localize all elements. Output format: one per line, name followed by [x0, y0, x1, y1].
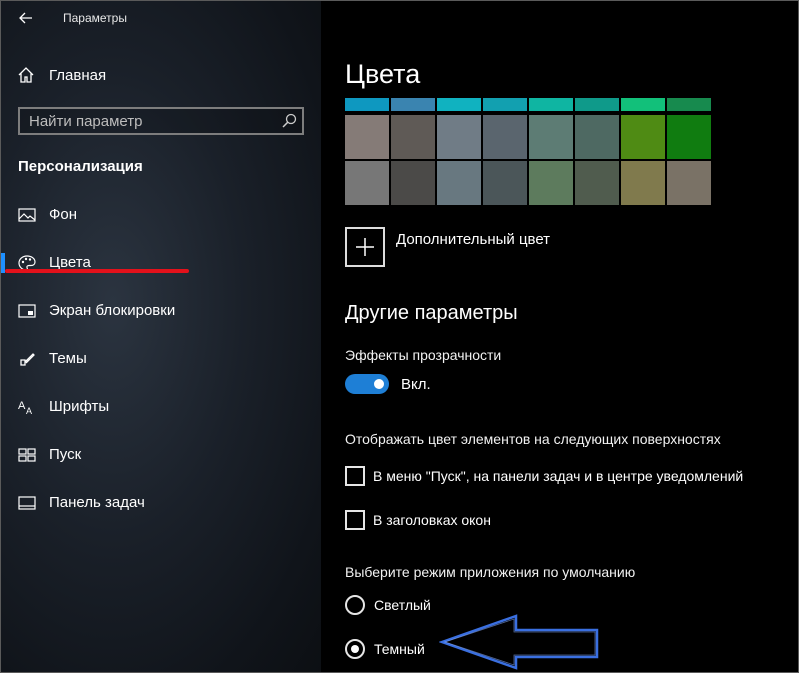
toggle-knob	[374, 379, 384, 389]
plus-icon	[356, 238, 374, 256]
color-swatch[interactable]	[621, 98, 665, 111]
app-title: Параметры	[63, 11, 127, 25]
taskbar-icon	[18, 496, 36, 510]
radio-label[interactable]: Светлый	[374, 597, 431, 613]
color-swatch[interactable]	[529, 98, 573, 111]
color-swatch[interactable]	[621, 161, 665, 205]
sidebar-item-label: Экран блокировки	[49, 302, 176, 319]
color-swatch[interactable]	[667, 161, 711, 205]
color-swatch[interactable]	[483, 115, 527, 159]
back-arrow-icon	[19, 12, 32, 24]
color-swatch[interactable]	[483, 98, 527, 111]
sidebar-item-label: Пуск	[49, 446, 82, 463]
radio-light[interactable]	[345, 595, 365, 615]
color-swatch[interactable]	[391, 161, 435, 205]
color-swatch[interactable]	[529, 115, 573, 159]
color-swatch[interactable]	[345, 115, 389, 159]
main-content: Цвета Дополнительный цвет Другие парамет…	[321, 1, 798, 672]
radio-label[interactable]: Темный	[374, 641, 425, 657]
section-title: Персонализация	[18, 158, 143, 175]
swatch-row	[345, 98, 711, 111]
checkbox-label[interactable]: В заголовках окон	[373, 512, 491, 528]
themes-icon	[20, 353, 35, 366]
sidebar-item-colors[interactable]: Цвета	[1, 243, 321, 283]
other-params-heading: Другие параметры	[345, 302, 518, 324]
svg-text:A: A	[26, 406, 32, 415]
svg-text:A: A	[18, 400, 26, 412]
color-swatch[interactable]	[575, 161, 619, 205]
sidebar: Параметры Главная Персонализация Фон	[1, 1, 321, 672]
search-icon[interactable]	[281, 113, 297, 129]
color-swatch[interactable]	[437, 98, 481, 111]
home-icon	[18, 67, 34, 83]
toggle-state-label: Вкл.	[401, 376, 431, 393]
lock-screen-icon	[18, 304, 36, 318]
color-swatch[interactable]	[667, 115, 711, 159]
sidebar-item-start[interactable]: Пуск	[1, 435, 321, 475]
transparency-label: Эффекты прозрачности	[345, 347, 502, 363]
sidebar-item-label: Шрифты	[49, 398, 110, 415]
search-input[interactable]	[29, 112, 279, 130]
picture-icon	[18, 208, 36, 222]
back-button[interactable]	[15, 7, 37, 29]
surfaces-label: Отображать цвет элементов на следующих п…	[345, 431, 721, 447]
color-swatch[interactable]	[483, 161, 527, 205]
swatch-row	[345, 161, 711, 205]
sidebar-item-fonts[interactable]: A A Шрифты	[1, 387, 321, 427]
transparency-toggle[interactable]	[345, 374, 389, 394]
search-box[interactable]	[18, 107, 304, 135]
sidebar-item-background[interactable]: Фон	[1, 195, 321, 235]
color-swatch[interactable]	[437, 161, 481, 205]
swatch-row	[345, 115, 711, 159]
app-mode-label: Выберите режим приложения по умолчанию	[345, 564, 636, 580]
title-bar: Параметры	[1, 1, 321, 37]
fonts-icon: A A	[18, 400, 32, 415]
sidebar-item-lock-screen[interactable]: Экран блокировки	[1, 291, 321, 331]
color-swatch[interactable]	[621, 115, 665, 159]
custom-color-button[interactable]	[345, 227, 385, 267]
color-swatch[interactable]	[391, 98, 435, 111]
sidebar-item-label: Панель задач	[49, 494, 145, 511]
color-swatch[interactable]	[529, 161, 573, 205]
checkbox-title-bars[interactable]	[345, 510, 365, 530]
color-swatch[interactable]	[437, 115, 481, 159]
color-swatch[interactable]	[667, 98, 711, 111]
home-label: Главная	[49, 66, 107, 84]
color-swatch[interactable]	[575, 98, 619, 111]
checkbox-label[interactable]: В меню "Пуск", на панели задач и в центр…	[373, 468, 743, 484]
color-swatch[interactable]	[345, 98, 389, 111]
color-swatch[interactable]	[391, 115, 435, 159]
page-title: Цвета	[345, 59, 421, 89]
settings-window: Параметры Главная Персонализация Фон	[0, 0, 799, 673]
red-underline-annotation	[5, 269, 189, 273]
checkbox-start-taskbar[interactable]	[345, 466, 365, 486]
sidebar-item-label: Темы	[49, 350, 87, 367]
blue-arrow-annotation	[439, 614, 599, 670]
home-link[interactable]: Главная	[17, 63, 106, 87]
start-icon	[18, 448, 36, 462]
custom-color-label[interactable]: Дополнительный цвет	[396, 231, 550, 248]
sidebar-item-label: Фон	[49, 206, 78, 223]
color-swatch[interactable]	[345, 161, 389, 205]
sidebar-item-themes[interactable]: Темы	[1, 339, 321, 379]
sidebar-item-taskbar[interactable]: Панель задач	[1, 483, 321, 523]
radio-dark[interactable]	[345, 639, 365, 659]
color-swatch[interactable]	[575, 115, 619, 159]
